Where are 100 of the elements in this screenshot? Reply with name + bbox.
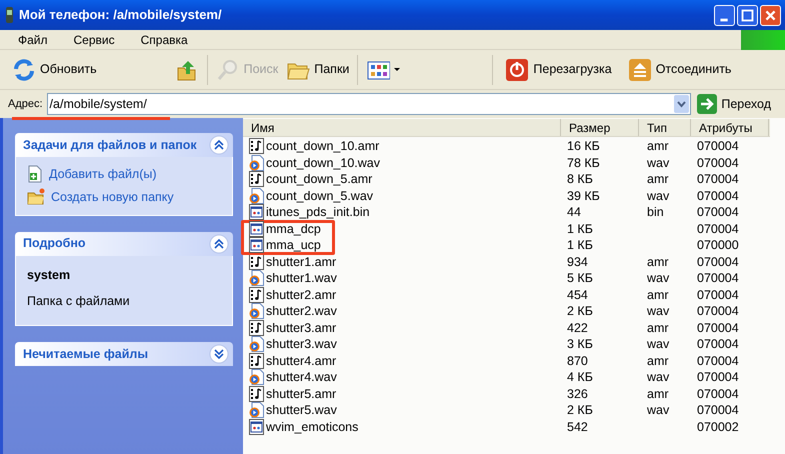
file-name-cell[interactable]: shutter3.amr xyxy=(243,320,561,336)
file-name-cell[interactable]: shutter4.amr xyxy=(243,352,561,369)
menu-item[interactable]: Сервис xyxy=(64,30,125,48)
expand-icon xyxy=(209,344,229,364)
table-cell-text: amr xyxy=(646,138,670,154)
eject-icon xyxy=(628,58,652,82)
table-cell-text: wav xyxy=(646,188,670,204)
menu-item[interactable]: Файл xyxy=(8,30,58,48)
minimize-button[interactable] xyxy=(714,4,735,26)
table-cell-text: 326 xyxy=(566,386,589,402)
task-link[interactable]: Создать новую папку xyxy=(27,188,221,206)
table-cell-text: 070004 xyxy=(696,204,740,220)
folders-button[interactable]: Папки xyxy=(282,54,354,86)
table-cell-text: 16 КБ xyxy=(566,138,601,154)
panel-header[interactable]: Нечитаемые файлы xyxy=(15,342,233,366)
panel-header[interactable]: Подробно xyxy=(15,232,233,256)
music-file-icon xyxy=(249,254,264,270)
logo-area xyxy=(741,30,785,50)
eject-button[interactable]: Отсоединить xyxy=(624,54,736,86)
file-name-cell[interactable]: shutter5.wav xyxy=(243,402,561,418)
table-cell-text: 5 КБ xyxy=(566,270,594,286)
file-name-cell[interactable]: shutter1.wav xyxy=(243,270,561,286)
table-cell-text: wav xyxy=(646,369,670,386)
new-folder-icon xyxy=(27,188,45,206)
table-cell-text: 870 xyxy=(566,352,589,369)
window-file-icon xyxy=(249,220,264,237)
arrow-right-icon xyxy=(697,94,718,114)
table-cell-text: 070004 xyxy=(696,154,740,171)
table-cell-text: 39 КБ xyxy=(566,188,601,204)
table-cell-text: 2 КБ xyxy=(566,402,594,418)
file-name-cell[interactable]: itunes_pds_init.bin xyxy=(243,204,561,220)
table-cell-text: amr xyxy=(646,286,670,303)
table-cell-text: 422 xyxy=(566,320,589,336)
address-field[interactable]: /a/mobile/system/ xyxy=(46,93,692,115)
close-button[interactable] xyxy=(760,4,781,26)
media-file-icon xyxy=(249,369,264,386)
column-header[interactable]: Тип xyxy=(639,119,691,136)
refresh-button[interactable]: Обновить xyxy=(8,54,101,86)
file-name-cell[interactable]: shutter4.wav xyxy=(243,369,561,386)
maximize-icon xyxy=(742,9,754,21)
table-cell-text: 1 КБ xyxy=(566,220,594,237)
music-file-icon xyxy=(249,138,264,154)
table-cell-text: bin xyxy=(646,204,665,220)
window-file-icon xyxy=(249,418,264,435)
reboot-button[interactable]: Перезагрузка xyxy=(501,54,616,86)
file-name-cell[interactable]: shutter1.amr xyxy=(243,254,561,270)
go-button[interactable]: Переход xyxy=(697,94,771,114)
menu-item[interactable]: Справка xyxy=(130,30,198,48)
table-cell-text: 070004 xyxy=(696,369,740,386)
table-cell-text: wav xyxy=(646,402,670,418)
table-cell-text: 934 xyxy=(566,254,589,270)
column-header[interactable]: Размер xyxy=(561,119,639,136)
music-file-icon xyxy=(249,320,264,336)
file-name-cell[interactable]: shutter3.wav xyxy=(243,336,561,352)
media-file-icon xyxy=(249,303,264,320)
table-cell-text: 070004 xyxy=(696,270,740,286)
media-file-icon xyxy=(249,188,264,204)
file-name-cell[interactable]: wvim_emoticons xyxy=(243,418,561,435)
table-cell-text: 070004 xyxy=(696,188,740,204)
column-header[interactable]: Атрибуты xyxy=(691,119,769,136)
file-name-cell[interactable]: mma_ucp xyxy=(243,237,561,254)
table-cell-text: 8 КБ xyxy=(566,171,594,188)
file-name-cell[interactable]: count_down_10.amr xyxy=(243,138,561,154)
table-cell-text: 070004 xyxy=(696,336,740,352)
file-name-cell[interactable]: count_down_5.wav xyxy=(243,188,561,204)
file-name-cell[interactable]: shutter2.amr xyxy=(243,286,561,303)
window-file-icon xyxy=(249,237,264,254)
task-link[interactable]: Добавить файл(ы) xyxy=(27,165,221,184)
file-name-cell[interactable]: count_down_5.amr xyxy=(243,171,561,188)
column-header[interactable]: Имя xyxy=(243,119,561,136)
table-cell-text: wav xyxy=(646,154,670,171)
table-cell-text: 4 КБ xyxy=(566,369,594,386)
music-file-icon xyxy=(249,352,264,369)
collapse-icon xyxy=(209,234,229,254)
table-cell-text: 454 xyxy=(566,286,589,303)
window-file-icon xyxy=(249,204,264,220)
table-cell-text: 070004 xyxy=(696,254,740,270)
table-cell-text: amr xyxy=(646,386,670,402)
file-name-cell[interactable]: mma_dcp xyxy=(243,220,561,237)
power-icon xyxy=(505,58,530,82)
refresh-icon xyxy=(12,58,36,82)
search-icon xyxy=(216,58,240,82)
table-cell-text: amr xyxy=(646,171,670,188)
file-name-cell[interactable]: shutter2.wav xyxy=(243,303,561,320)
table-cell-text: 1 КБ xyxy=(566,237,594,254)
panel-header[interactable]: Задачи для файлов и папок xyxy=(15,133,233,157)
table-cell-text: wav xyxy=(646,336,670,352)
table-cell-text: 3 КБ xyxy=(566,336,594,352)
maximize-button[interactable] xyxy=(737,4,758,26)
table-cell-text: amr xyxy=(646,352,670,369)
detail-name: system xyxy=(27,266,72,284)
table-cell-text: 070000 xyxy=(696,237,740,254)
file-name-cell[interactable]: shutter5.amr xyxy=(243,386,561,402)
file-name-cell[interactable]: count_down_10.wav xyxy=(243,154,561,171)
add-file-icon xyxy=(27,165,43,184)
media-file-icon xyxy=(249,154,264,171)
table-cell-text: amr xyxy=(646,254,670,270)
table-cell-text: 070004 xyxy=(696,386,740,402)
table-cell-text: 070004 xyxy=(696,402,740,418)
address-label: Адрес: xyxy=(8,96,43,112)
